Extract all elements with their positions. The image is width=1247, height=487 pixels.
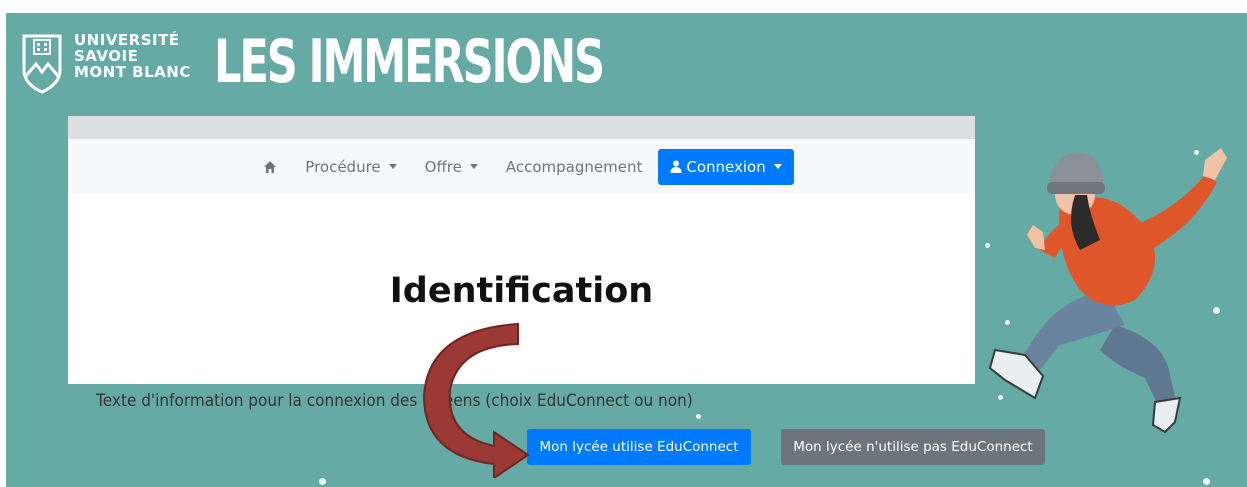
shield-logo-icon (22, 34, 62, 94)
snow-dot (319, 478, 326, 485)
logo-line-2: SAVOIE (74, 47, 139, 65)
panel-top-bar (68, 116, 975, 139)
caret-down-icon (469, 164, 478, 169)
connexion-label: Connexion (686, 157, 766, 176)
nav-procedure-label: Procédure (305, 157, 381, 176)
page-title: Identification (389, 271, 654, 311)
logo-line-3: MONT BLANC (74, 63, 191, 81)
nav-accompagnement-label: Accompagnement (505, 157, 643, 176)
caret-down-icon (388, 164, 397, 169)
nav-procedure[interactable]: Procédure (291, 158, 410, 176)
nav-offre[interactable]: Offre (411, 158, 492, 176)
user-icon (670, 160, 682, 173)
info-text: Texte d'information pour la connexion de… (96, 391, 693, 411)
annotation-arrow-icon (422, 322, 530, 478)
snow-dot (696, 414, 701, 419)
nav-accompagnement[interactable]: Accompagnement (492, 158, 656, 176)
university-logo[interactable]: UNIVERSITÉ SAVOIE MONT BLANC (20, 30, 200, 100)
snow-dot (1203, 478, 1210, 485)
site-title[interactable]: LES IMMERSIONS (214, 22, 605, 102)
skater-illustration (988, 148, 1227, 434)
logo-line-1: UNIVERSITÉ (74, 31, 180, 49)
home-icon (264, 160, 277, 173)
nav-home[interactable] (249, 160, 291, 174)
nav-offre-label: Offre (424, 157, 462, 176)
main-navbar: Procédure Offre Accompagnement Connexion (68, 139, 975, 194)
university-logo-text: UNIVERSITÉ SAVOIE MONT BLANC (74, 32, 191, 80)
caret-down-icon (773, 164, 782, 169)
educonnect-button[interactable]: Mon lycée utilise EduConnect (527, 429, 751, 465)
connexion-button[interactable]: Connexion (658, 148, 794, 185)
